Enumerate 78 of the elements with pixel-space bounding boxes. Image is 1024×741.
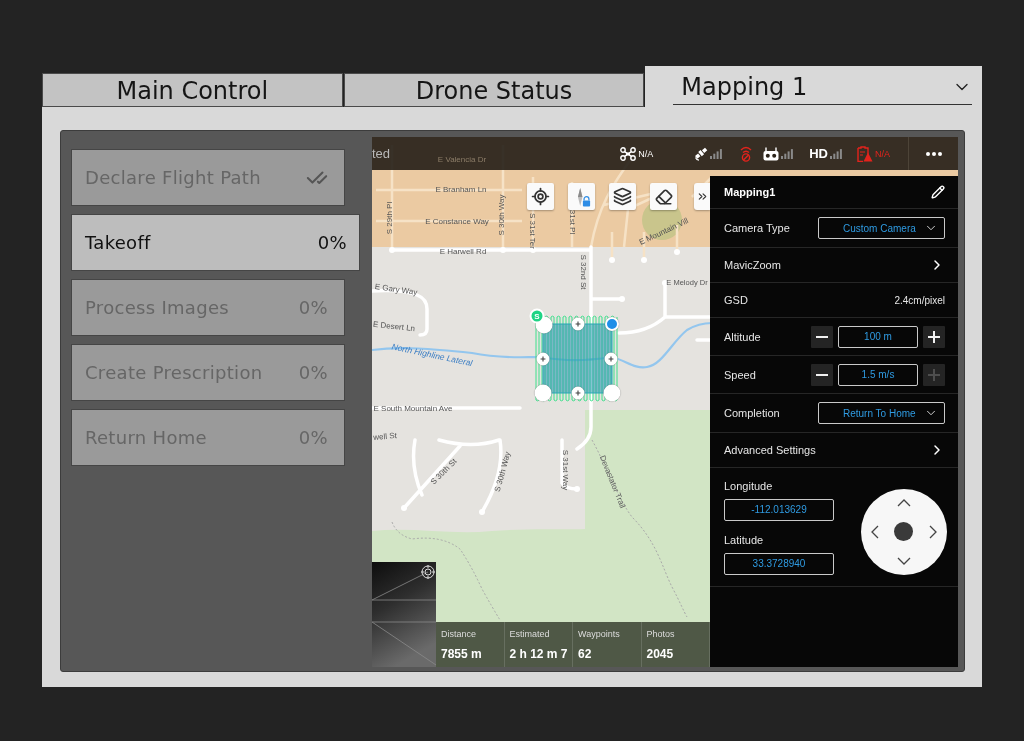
street-label: E Gary Way [374, 283, 418, 297]
eraser-button[interactable] [650, 183, 677, 210]
setting-label: Speed [724, 368, 756, 381]
value-field[interactable]: 100 m [838, 325, 918, 348]
chevron-down-icon [897, 556, 911, 565]
dropdown-select[interactable]: Return To Home [818, 402, 945, 424]
chevron-up-icon [897, 499, 911, 508]
street-label: S 29th Pl [386, 201, 394, 235]
street-label: E Harwell Rd [439, 248, 487, 256]
mission-title: Mapping1 [724, 186, 776, 198]
coordinate-field[interactable]: 33.3728940 [724, 552, 834, 575]
survey-area [542, 323, 613, 394]
connection-status: ted [372, 146, 391, 161]
street-label: S 30th St [429, 457, 459, 487]
street-label: E Constance Way [425, 218, 489, 226]
edit-button[interactable] [931, 185, 945, 199]
stat-value: 2 h 12 m 7 [509, 647, 569, 661]
street-label: 31st Pl [568, 209, 576, 235]
layers-icon [613, 187, 632, 206]
collapse-button[interactable] [694, 183, 710, 210]
workflow-step[interactable]: Takeoff 0% [71, 214, 360, 271]
minus-icon [816, 373, 828, 376]
chevron-right-icon [928, 525, 937, 539]
coordinate-label: Latitude [724, 533, 765, 547]
progress-percent: 0% [317, 232, 347, 253]
dropdown-select[interactable]: Custom Camera [818, 217, 945, 239]
target-icon [421, 565, 435, 579]
settings-link[interactable]: MavicZoom [710, 248, 958, 283]
tab[interactable]: Mapping 1 [645, 66, 982, 107]
setting-label: Camera Type [724, 222, 790, 234]
eraser-icon [654, 187, 673, 206]
stat-label: Distance [441, 629, 477, 639]
center-dot-icon [894, 522, 914, 542]
locate-button[interactable] [527, 183, 554, 210]
decrease-button[interactable] [811, 363, 833, 386]
street-label: North Highline Lateral [390, 342, 474, 368]
street-label: S 31st Way [561, 449, 569, 491]
compass-button[interactable] [568, 183, 595, 210]
stat-label: Waypoints [578, 629, 621, 639]
plus-icon [928, 330, 940, 343]
status-text: N/A [875, 148, 890, 159]
signal-bars-icon [830, 148, 843, 159]
value-field[interactable]: 1.5 m/s [838, 363, 918, 386]
street-label: S 30th Way [498, 194, 506, 236]
street-label: well St [372, 432, 398, 442]
minus-icon [816, 335, 828, 338]
street-label: E Desert Ln [372, 320, 416, 334]
signal-bars-icon [781, 148, 795, 159]
status-text: N/A [638, 148, 654, 159]
layers-button[interactable] [609, 183, 636, 210]
plus-icon [928, 368, 940, 381]
street-label: S 32nd St [579, 254, 587, 290]
tab[interactable]: Drone Status [343, 73, 645, 107]
coordinate-field[interactable]: -112.013629 [724, 498, 834, 521]
tab[interactable]: Main Control [42, 73, 343, 107]
signal-bars-icon [710, 148, 724, 159]
coordinate-label: Longitude [724, 479, 774, 493]
setting-value: 2.4cm/pixel [894, 294, 945, 306]
setting-label: Altitude [724, 330, 761, 343]
setting-label: GSD [724, 294, 748, 306]
status-text: HD [809, 146, 828, 161]
street-label: E South Mountain Ave [373, 405, 453, 413]
pencil-icon [931, 185, 945, 199]
stat-label: Estimated [509, 629, 551, 639]
crosshair-icon [531, 187, 550, 206]
street-label: E Branham Ln [435, 186, 487, 194]
stat-value: 7855 m [441, 647, 483, 661]
setting-label: Completion [724, 407, 780, 419]
chevron-left-icon [871, 525, 880, 539]
street-label: S 30th Way [493, 451, 513, 493]
decrease-button[interactable] [811, 325, 833, 348]
settings-link[interactable]: Advanced Settings [710, 433, 958, 468]
street-label: S 31st Ter [528, 213, 536, 249]
stat-label: Photos [646, 629, 676, 639]
more-icon [926, 151, 942, 156]
stat-value: 62 [578, 647, 593, 661]
increase-button[interactable] [923, 325, 945, 348]
stat-value: 2045 [646, 647, 675, 661]
